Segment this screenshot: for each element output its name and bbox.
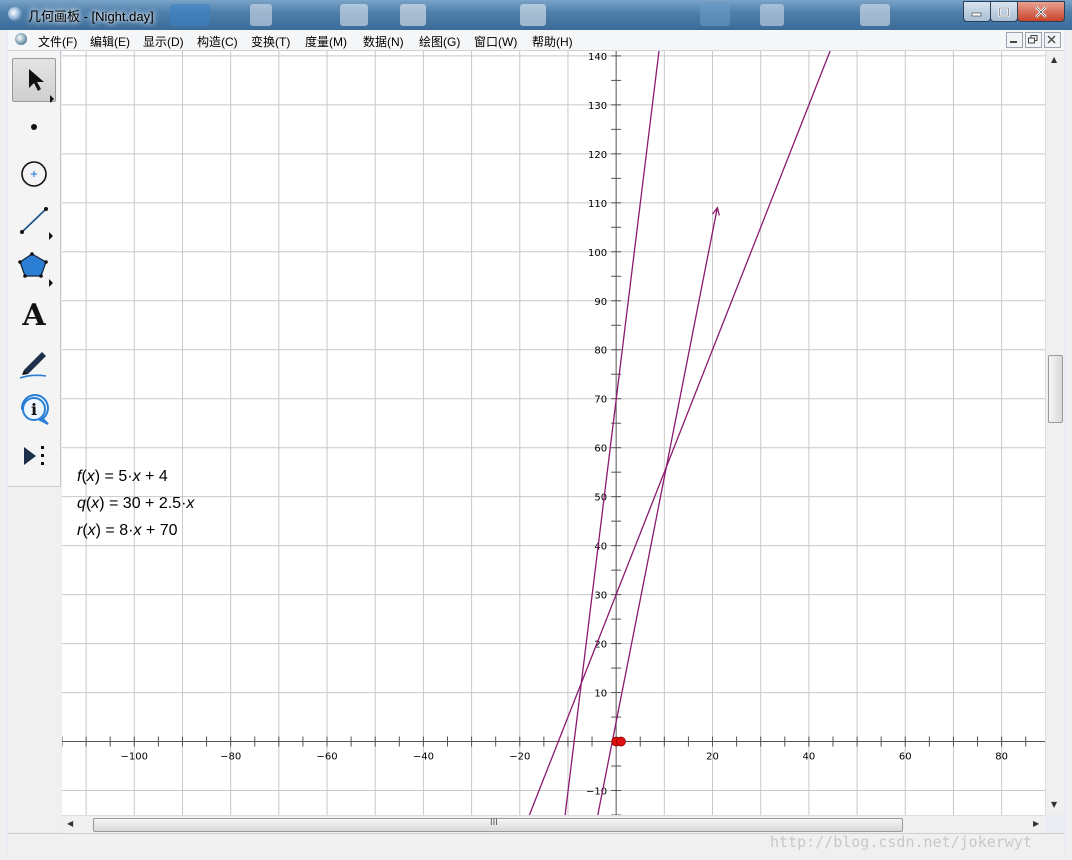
y-tick-label: 120 [588,150,607,161]
segment-icon [20,207,53,240]
y-tick-label: 130 [588,101,607,112]
menu-transform[interactable]: 变换(T) [251,33,290,50]
window-title: 几何画板 - [Night.day] [28,9,154,24]
x-tick-label: −20 [509,752,530,763]
y-tick-label: 30 [594,591,607,602]
x-tick-label: −40 [413,752,434,763]
marker-tool[interactable] [12,340,56,384]
y-tick-label: −10 [586,787,607,798]
y-tick-label: 100 [588,248,607,259]
minimize-icon [1010,41,1017,43]
y-tick-label: 80 [594,346,607,357]
polygon-icon [18,252,53,287]
close-icon [1035,5,1047,18]
text-a-icon: A [21,298,46,333]
x-tick-label: −60 [316,752,337,763]
document-icon[interactable] [15,33,27,45]
marker-icon [19,352,47,379]
horizontal-scrollbar[interactable]: ◀ III ▶ [62,815,1045,833]
text-tool[interactable]: A [12,293,56,337]
app-icon [8,7,22,21]
function-graph-1 [528,51,831,815]
y-tick-label: 140 [588,52,607,63]
vertical-scrollbar[interactable]: ▲ ▼ [1045,51,1064,815]
x-tick-label: 20 [706,752,719,763]
function-graph-2 [564,51,660,815]
menu-window[interactable]: 窗口(W) [474,33,517,50]
scroll-right-icon[interactable]: ▶ [1033,819,1039,828]
scroll-down-icon[interactable]: ▼ [1051,800,1057,809]
menu-help[interactable]: 帮助(H) [532,33,573,50]
x-tick-label: −100 [121,752,148,763]
point-tool[interactable] [12,105,56,149]
close-button[interactable] [1017,1,1065,22]
maximize-icon [998,6,1010,17]
straightedge-tool[interactable] [12,199,56,243]
toolbox: A i [8,51,61,487]
compass-tool[interactable] [12,152,56,196]
function-list: f(x) = 5·x + 4 q(x) = 30 + 2.5·x r(x) = … [77,468,194,549]
menu-graph[interactable]: 绘图(G) [419,33,460,50]
arrow-icon [29,69,54,103]
horizontal-scroll-thumb[interactable]: III [93,818,903,832]
minimize-icon [971,12,982,16]
y-tick-label: 60 [594,444,607,455]
y-tick-label: 40 [594,542,607,553]
coordinate-plot: −100 −80 −60 −40 −20 20 40 60 80−101020304050607… [62,51,1045,815]
menu-display[interactable]: 显示(D) [143,33,184,50]
function-r[interactable]: r(x) = 8·x + 70 [77,522,194,549]
doc-restore-button[interactable] [1025,32,1042,48]
vertical-scroll-thumb[interactable] [1048,355,1063,423]
polygon-tool[interactable] [12,246,56,290]
x-tick-label: 40 [803,752,816,763]
menu-construct[interactable]: 构造(C) [197,33,238,50]
point-icon [31,124,37,130]
close-icon [1047,35,1056,44]
title-bar: 几何画板 - [Night.day] [0,0,1072,30]
compass-icon [21,161,47,187]
menu-measure[interactable]: 度量(M) [305,33,347,50]
menu-edit[interactable]: 编辑(E) [90,33,130,50]
y-tick-label: 110 [588,199,607,210]
info-icon: i [20,394,49,425]
scroll-up-icon[interactable]: ▲ [1051,55,1057,64]
custom-tools-icon [24,446,44,465]
y-tick-label: 90 [594,297,607,308]
custom-tool[interactable] [12,434,56,478]
svg-text:A: A [21,298,46,333]
scroll-left-icon[interactable]: ◀ [67,819,73,828]
arrow-select-tool[interactable] [12,58,56,103]
menu-bar: 文件(F) 编辑(E) 显示(D) 构造(C) 变换(T) 度量(M) 数据(N… [8,30,1064,51]
doc-minimize-button[interactable] [1006,32,1023,48]
scroll-grip: III [490,818,498,828]
menu-data[interactable]: 数据(N) [363,33,404,50]
maximize-button[interactable] [990,1,1018,22]
y-tick-label: 10 [594,689,607,700]
toolbox-empty-area [8,487,61,832]
restore-icon [1028,35,1038,44]
minimize-button[interactable] [963,1,991,22]
function-f[interactable]: f(x) = 5·x + 4 [77,468,194,495]
x-tick-label: 80 [995,752,1008,763]
x-tick-label: −80 [220,752,241,763]
watermark: http://blog.csdn.net/jokerwyt [770,833,1032,851]
red-point [616,736,626,747]
information-tool[interactable]: i [12,387,56,431]
doc-close-button[interactable] [1044,32,1061,48]
svg-text:i: i [31,400,37,419]
menu-file[interactable]: 文件(F) [38,33,77,50]
function-q[interactable]: q(x) = 30 + 2.5·x [77,495,194,522]
sketch-canvas[interactable]: −100 −80 −60 −40 −20 20 40 60 80 −10 10 20 30 40 50 60 7… [62,51,1045,815]
x-tick-label: 60 [899,752,912,763]
y-tick-label: 70 [594,395,607,406]
y-tick-label: 50 [594,493,607,504]
